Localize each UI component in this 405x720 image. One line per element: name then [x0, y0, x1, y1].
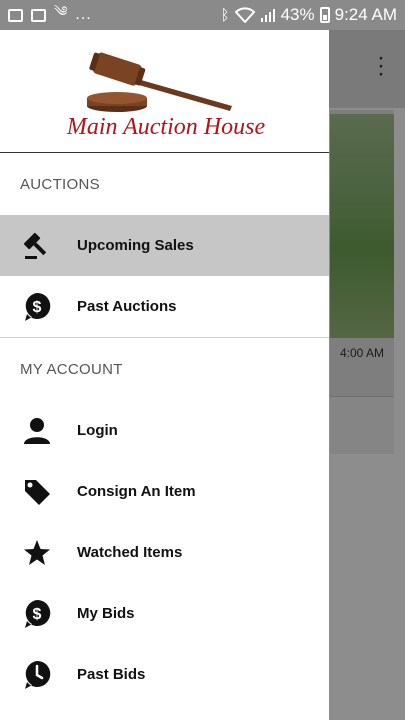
person-icon	[22, 416, 52, 446]
bluetooth-icon: ᛒ	[220, 6, 230, 24]
star-icon	[22, 538, 52, 568]
logo-text: Main Auction House	[66, 114, 266, 140]
more-notifications: ...	[75, 6, 92, 23]
section-title-auctions: AUCTIONS	[20, 175, 100, 193]
battery-percent: 43%	[280, 5, 315, 24]
menu-item-my-bids[interactable]: $ My Bids	[0, 583, 329, 644]
dollar-pin-icon: $	[22, 292, 52, 322]
gavel-icon	[87, 52, 232, 112]
gallery-notification-icon	[31, 8, 46, 22]
clock-time: 9:24 AM	[334, 5, 397, 24]
menu-label: Upcoming Sales	[77, 237, 194, 254]
background-time: 4:00 AM	[339, 346, 385, 360]
menu-label: Past Auctions	[77, 298, 177, 315]
overflow-menu-icon: · · ·	[377, 44, 385, 87]
menu-label: Consign An Item	[77, 483, 196, 500]
battery-icon	[319, 7, 330, 23]
menu-label: Login	[77, 422, 118, 439]
clock-pin-icon	[22, 660, 52, 690]
svg-text:$: $	[33, 606, 42, 623]
dollar-pin-icon: $	[22, 599, 52, 629]
wind-notification-icon: ༄	[54, 3, 68, 19]
section-title-my-account: MY ACCOUNT	[20, 360, 123, 378]
menu-item-consign-an-item[interactable]: Consign An Item	[0, 461, 329, 522]
auction-house-logo: Main Auction House	[66, 52, 266, 140]
background-row	[330, 396, 394, 454]
status-bar: ༄ ... ᛒ 43% 9:24 AM	[0, 0, 405, 30]
menu-label: Watched Items	[77, 544, 183, 561]
menu-item-past-bids[interactable]: Past Bids	[0, 644, 329, 705]
image-notification-icon	[8, 8, 23, 22]
menu-item-watched-items[interactable]: Watched Items	[0, 522, 329, 583]
gavel-icon	[22, 231, 52, 261]
menu-item-past-auctions[interactable]: $ Past Auctions	[0, 276, 329, 337]
menu-item-login[interactable]: Login	[0, 400, 329, 461]
navigation-drawer: Main Auction House AUCTIONS Upcoming Sal…	[0, 30, 329, 720]
svg-text:$: $	[33, 299, 42, 316]
menu-label: Past Bids	[77, 666, 146, 683]
background-photo	[330, 114, 394, 338]
drawer-header: Main Auction House	[0, 30, 329, 153]
menu-item-upcoming-sales[interactable]: Upcoming Sales	[0, 215, 329, 276]
signal-icon	[260, 9, 275, 22]
menu-label: My Bids	[77, 605, 135, 622]
wifi-icon	[234, 7, 255, 23]
tag-icon	[22, 477, 52, 507]
